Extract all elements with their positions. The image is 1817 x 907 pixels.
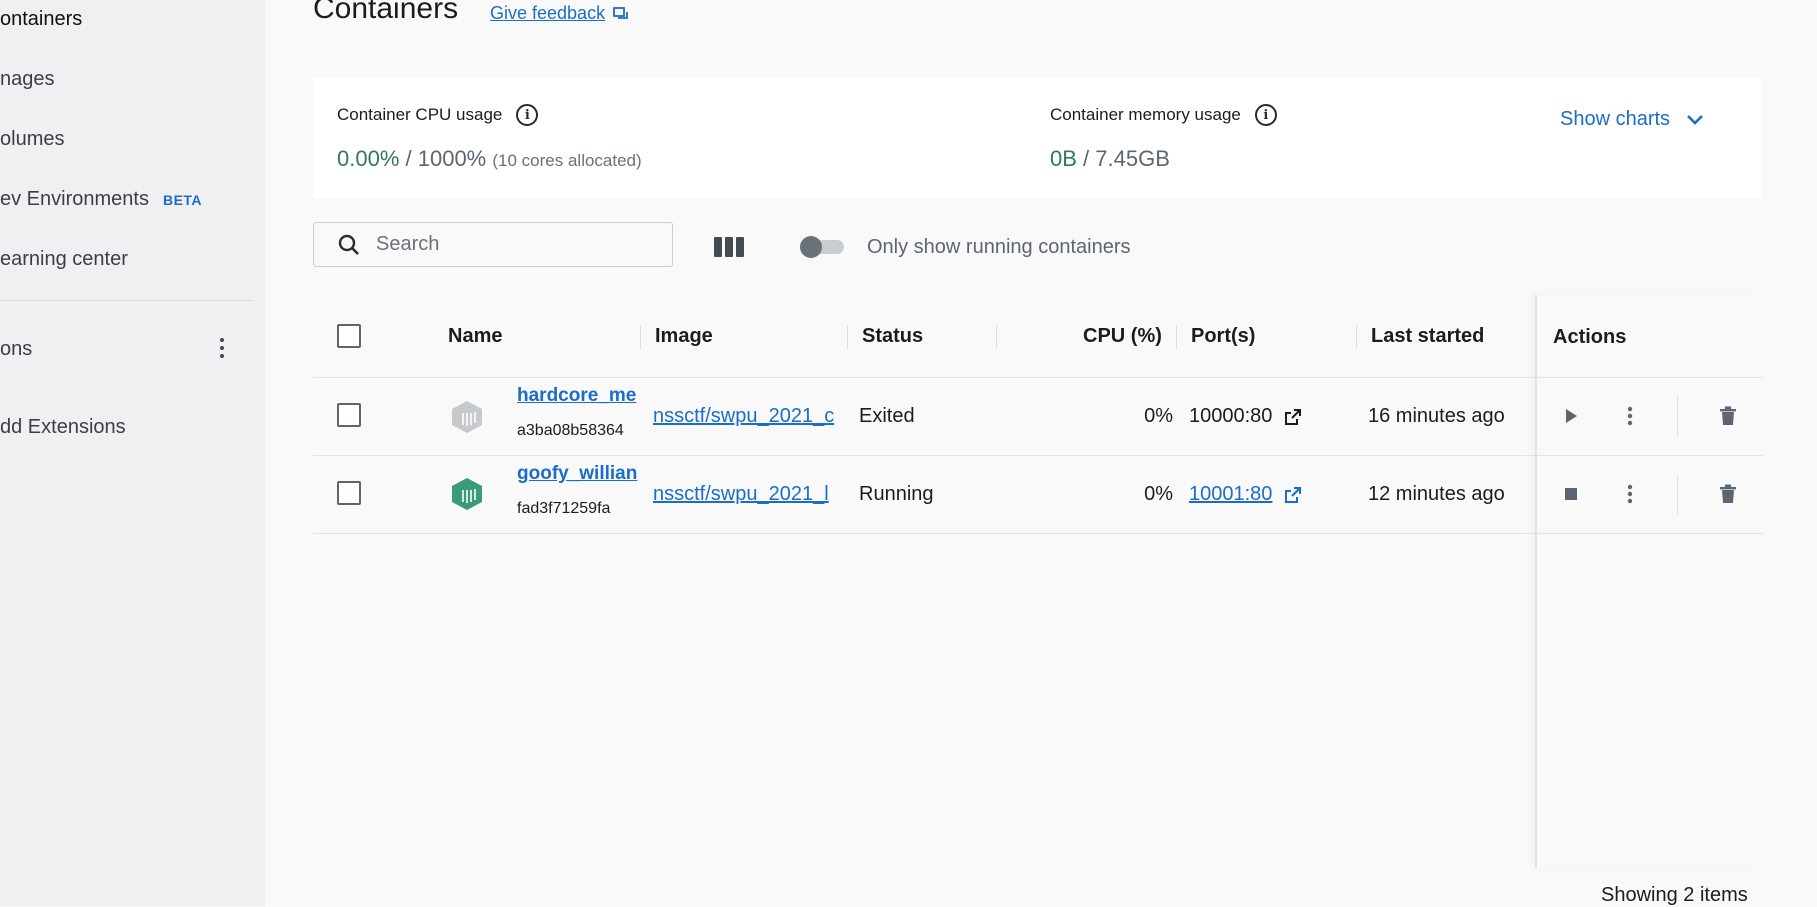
trash-icon — [1720, 406, 1736, 425]
row-more-button[interactable] — [1616, 480, 1644, 508]
start-button[interactable] — [1557, 402, 1585, 430]
sidebar-divider — [0, 300, 254, 301]
memory-usage-label: Container memory usage i — [1050, 104, 1277, 126]
extensions-more-icon[interactable] — [220, 338, 224, 362]
row-divider — [1537, 455, 1763, 456]
container-stopped-icon — [452, 401, 482, 433]
status-text: Exited — [859, 405, 915, 427]
actions-column: Actions — [1535, 295, 1763, 868]
column-separator[interactable] — [996, 325, 997, 349]
header-image[interactable]: Image — [655, 325, 713, 348]
row-divider — [1537, 533, 1763, 534]
header-last-started[interactable]: Last started — [1371, 325, 1484, 348]
header-ports[interactable]: Port(s) — [1191, 325, 1255, 348]
container-id: a3ba08b58364 — [517, 422, 624, 439]
give-feedback-link[interactable]: Give feedback — [490, 3, 629, 24]
sidebar-item-learning-center[interactable]: earning center — [0, 248, 128, 271]
sidebar-item-dev-environments[interactable]: ev Environments BETA — [0, 188, 202, 211]
header-cpu[interactable]: CPU (%) — [1083, 325, 1162, 348]
more-vertical-icon — [1627, 484, 1633, 504]
stop-icon — [1565, 488, 1577, 500]
memory-info-icon[interactable]: i — [1254, 104, 1277, 126]
image-link[interactable]: nssctf/swpu_2021_l — [653, 483, 847, 506]
sidebar-item-images[interactable]: nages — [0, 68, 55, 91]
running-only-toggle[interactable] — [800, 236, 844, 258]
more-vertical-icon — [1627, 406, 1633, 426]
beta-badge: BETA — [162, 192, 203, 208]
row-checkbox[interactable] — [337, 481, 361, 505]
column-separator[interactable] — [1356, 325, 1357, 349]
feedback-icon — [613, 6, 628, 19]
search-field[interactable] — [313, 222, 673, 267]
row-more-button[interactable] — [1616, 402, 1644, 430]
header-divider — [1537, 377, 1763, 378]
stop-button[interactable] — [1557, 480, 1585, 508]
cpu-value: 0% — [1144, 405, 1173, 427]
action-separator — [1677, 396, 1678, 436]
cpu-usage-label: Container CPU usage i — [337, 104, 539, 126]
sidebar: ontainers nages olumes ev Environments BE… — [0, 0, 265, 906]
port-cell: 10001:80 — [1189, 483, 1302, 506]
header-name[interactable]: Name — [448, 325, 502, 348]
status-text: Running — [859, 483, 934, 505]
cpu-usage-value: 0.00% / 1000% (10 cores allocated) — [337, 146, 642, 171]
usage-card: Container CPU usage i 0.00% / 1000% (10 … — [313, 78, 1761, 198]
trash-icon — [1720, 484, 1736, 503]
columns-icon[interactable] — [714, 237, 744, 257]
column-separator[interactable] — [847, 325, 848, 349]
port-link[interactable]: 10001:80 — [1189, 483, 1272, 505]
add-extensions-button[interactable]: dd Extensions — [0, 416, 126, 439]
external-link-icon[interactable] — [1284, 408, 1302, 426]
column-separator[interactable] — [1176, 325, 1177, 349]
search-icon — [338, 234, 359, 255]
column-separator[interactable] — [640, 325, 641, 349]
action-separator — [1677, 474, 1678, 514]
items-count: Showing 2 items — [1601, 884, 1748, 906]
sidebar-extensions-label: ons — [0, 338, 33, 360]
delete-button[interactable] — [1714, 480, 1742, 508]
running-only-label: Only show running containers — [867, 236, 1131, 258]
sidebar-item-volumes[interactable]: olumes — [0, 128, 64, 151]
port-cell: 10000:80 — [1189, 405, 1302, 428]
row-checkbox[interactable] — [337, 403, 361, 427]
container-running-icon — [452, 478, 482, 510]
select-all-checkbox[interactable] — [337, 324, 361, 348]
last-started-value: 12 minutes ago — [1368, 483, 1505, 505]
page-title: Containers — [313, 0, 459, 25]
cpu-value: 0% — [1144, 483, 1173, 505]
play-icon — [1566, 409, 1577, 423]
external-link-icon[interactable] — [1284, 486, 1302, 504]
image-link[interactable]: nssctf/swpu_2021_c — [653, 405, 847, 428]
search-input[interactable] — [374, 232, 648, 257]
cpu-info-icon[interactable]: i — [516, 104, 539, 126]
show-charts-button[interactable]: Show charts — [1560, 108, 1704, 131]
last-started-value: 16 minutes ago — [1368, 405, 1505, 427]
container-id: fad3f71259fa — [517, 500, 611, 517]
header-actions: Actions — [1553, 326, 1627, 348]
memory-usage-value: 0B / 7.45GB — [1050, 146, 1170, 171]
header-status[interactable]: Status — [862, 325, 923, 348]
container-name-link[interactable]: goofy_willian — [517, 463, 639, 485]
container-name-link[interactable]: hardcore_me — [517, 385, 639, 407]
sidebar-item-containers[interactable]: ontainers — [0, 8, 82, 31]
chevron-down-icon — [1687, 114, 1703, 125]
delete-button[interactable] — [1714, 402, 1742, 430]
